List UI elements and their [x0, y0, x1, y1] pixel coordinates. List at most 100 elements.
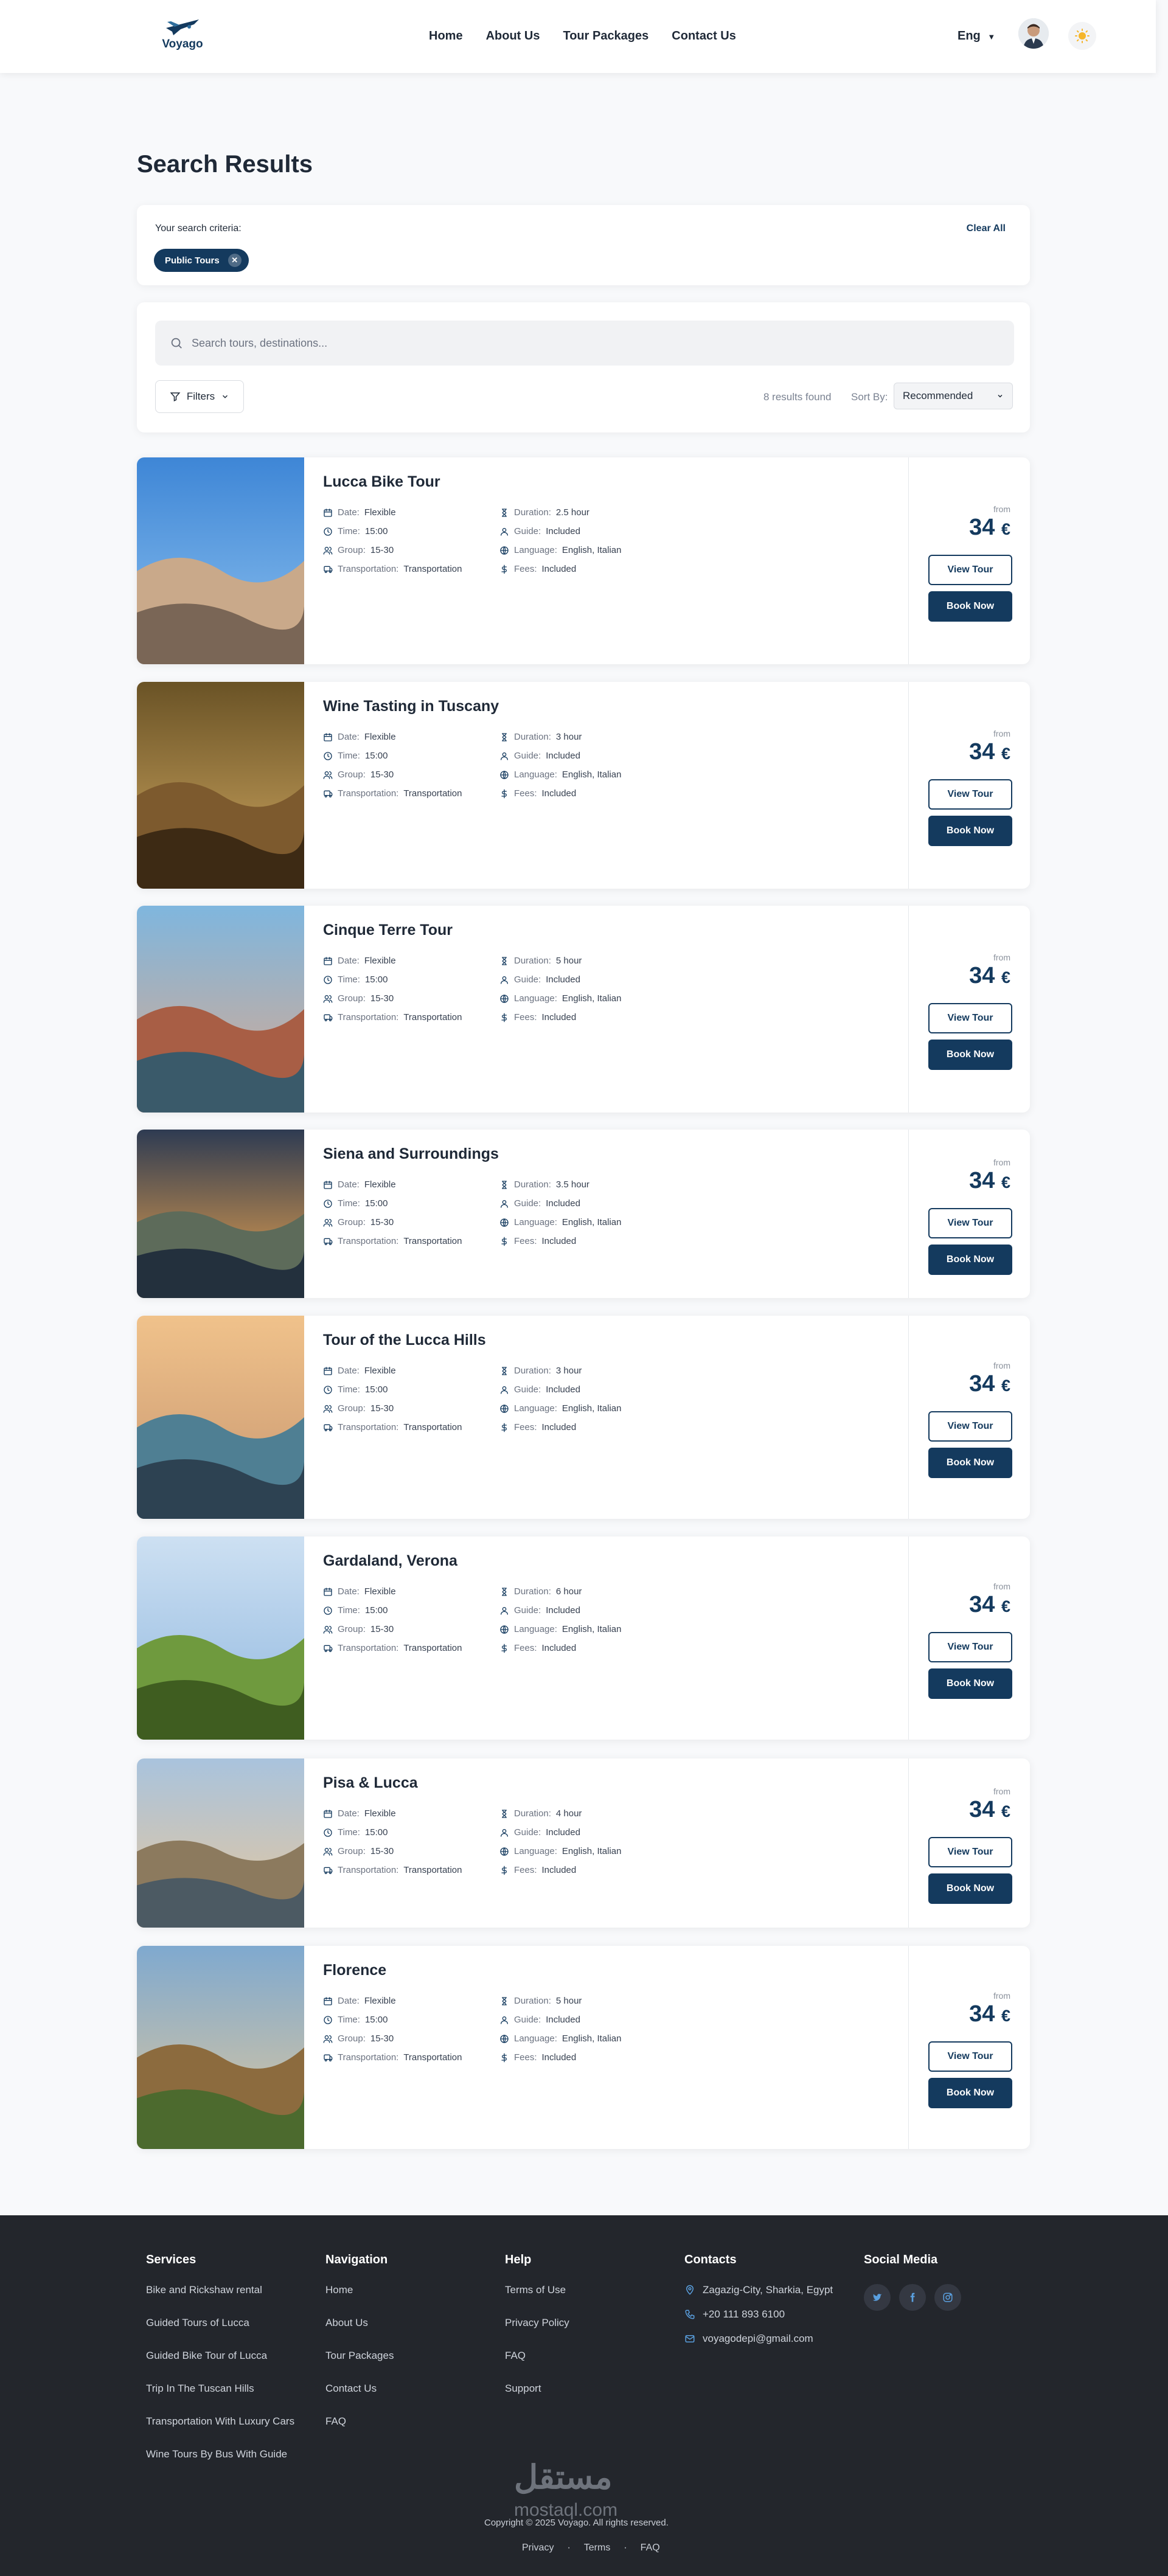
menu-contact-us[interactable]: Contact Us	[672, 29, 736, 43]
tour-title[interactable]: Gardaland, Verona	[323, 1552, 457, 1570]
tour-photo	[137, 906, 304, 1113]
currency-symbol: €	[1001, 1377, 1010, 1395]
tour-language-label: Language:	[514, 1624, 557, 1634]
tour-image[interactable]	[137, 906, 304, 1113]
tour-duration: Duration: 2.5 hour	[499, 507, 658, 518]
tour-image[interactable]	[137, 1316, 304, 1519]
footer-link[interactable]: Support	[505, 2383, 569, 2395]
tour-date-label: Date:	[338, 1366, 360, 1376]
view-tour-button[interactable]: View Tour	[928, 1207, 1012, 1238]
tour-card[interactable]: Siena and Surroundings Date: Flexible Dur…	[137, 1130, 1030, 1298]
user-icon	[501, 1828, 508, 1837]
user-avatar[interactable]	[1018, 18, 1049, 49]
view-tour-button[interactable]: View Tour	[928, 1632, 1012, 1662]
filters-button[interactable]: Filters	[155, 380, 244, 413]
tour-title[interactable]: Cinque Terre Tour	[323, 922, 453, 939]
tour-guide: Guide: Included	[499, 1827, 658, 1838]
tour-image[interactable]	[137, 682, 304, 889]
footer-link[interactable]: FAQ	[505, 2350, 569, 2362]
book-now-button[interactable]: Book Now	[928, 1448, 1012, 1478]
tour-title[interactable]: Siena and Surroundings	[323, 1145, 499, 1163]
tour-title[interactable]: Lucca Bike Tour	[323, 473, 440, 491]
footer-link[interactable]: Transportation With Luxury Cars	[146, 2415, 294, 2428]
view-tour-button[interactable]: View Tour	[928, 1411, 1012, 1442]
tour-card[interactable]: Gardaland, Verona Date: Flexible Duration…	[137, 1536, 1030, 1740]
footer-link[interactable]: Contact Us	[325, 2383, 394, 2395]
book-now-button[interactable]: Book Now	[928, 591, 1012, 622]
tour-card[interactable]: Pisa & Lucca Date: Flexible Duration: 4 ho…	[137, 1758, 1030, 1928]
tour-fees: Fees: Included	[499, 564, 658, 574]
footer-faq-link[interactable]: FAQ	[641, 2543, 660, 2553]
footer-link[interactable]: Bike and Rickshaw rental	[146, 2284, 294, 2296]
clear-all-link[interactable]: Clear All	[967, 223, 1006, 234]
view-tour-button[interactable]: View Tour	[928, 1003, 1012, 1033]
view-tour-button[interactable]: View Tour	[928, 555, 1012, 585]
footer-privacy-link[interactable]: Privacy	[522, 2543, 554, 2553]
dollar-icon	[501, 789, 507, 798]
footer-link[interactable]: Tour Packages	[325, 2350, 394, 2362]
tour-date: Date: Flexible	[323, 1179, 499, 1190]
footer-link[interactable]: About Us	[325, 2317, 394, 2329]
footer-link[interactable]: Home	[325, 2284, 394, 2296]
email-item[interactable]: voyagodepi@gmail.com	[684, 2333, 833, 2345]
menu-home[interactable]: Home	[429, 29, 463, 43]
tour-card[interactable]: Cinque Terre Tour Date: Flexible Duration…	[137, 906, 1030, 1113]
tour-date: Date: Flexible	[323, 1366, 499, 1376]
sort-select[interactable]: Recommended	[894, 383, 1013, 409]
tour-image[interactable]	[137, 1536, 304, 1740]
book-now-button[interactable]: Book Now	[928, 2078, 1012, 2108]
tour-image[interactable]	[137, 457, 304, 664]
twitter-icon[interactable]	[864, 2284, 891, 2311]
tour-title[interactable]: Florence	[323, 1962, 386, 1979]
chip-remove-icon[interactable]: ✕	[228, 254, 242, 267]
book-now-button[interactable]: Book Now	[928, 1244, 1012, 1275]
tour-date: Date: Flexible	[323, 1586, 499, 1597]
footer-link[interactable]: Trip In The Tuscan Hills	[146, 2383, 294, 2395]
book-now-button[interactable]: Book Now	[928, 816, 1012, 846]
tour-duration-value: 6 hour	[555, 1586, 582, 1597]
book-now-button[interactable]: Book Now	[928, 1873, 1012, 1904]
tour-card[interactable]: Tour of the Lucca Hills Date: Flexible Du…	[137, 1316, 1030, 1519]
tour-image[interactable]	[137, 1130, 304, 1298]
tour-date-label: Date:	[338, 956, 360, 966]
tour-time: Time: 15:00	[323, 1605, 499, 1616]
tour-group-label: Group:	[338, 1403, 366, 1414]
menu-about-us[interactable]: About Us	[486, 29, 540, 43]
view-tour-button[interactable]: View Tour	[928, 2041, 1012, 2072]
search-input[interactable]: Search tours, destinations...	[155, 321, 1014, 366]
footer-link[interactable]: Terms of Use	[505, 2284, 569, 2296]
instagram-icon[interactable]	[934, 2284, 961, 2311]
footer-link[interactable]: Privacy Policy	[505, 2317, 569, 2329]
tour-card[interactable]: Lucca Bike Tour Date: Flexible Duration: 2…	[137, 457, 1030, 664]
tour-image[interactable]	[137, 1758, 304, 1928]
filter-chip-public-tours[interactable]: Public Tours ✕	[154, 249, 249, 272]
footer-link[interactable]: FAQ	[325, 2415, 394, 2428]
view-tour-button[interactable]: View Tour	[928, 779, 1012, 810]
tour-fees-value: Included	[541, 1422, 577, 1432]
tour-image[interactable]	[137, 1946, 304, 2149]
footer-link[interactable]: Guided Bike Tour of Lucca	[146, 2350, 294, 2362]
logo[interactable]: Voyago	[157, 15, 208, 51]
phone-item[interactable]: +20 111 893 6100	[684, 2308, 833, 2321]
tour-title[interactable]: Wine Tasting in Tuscany	[323, 698, 499, 715]
footer-link[interactable]: Wine Tours By Bus With Guide	[146, 2448, 294, 2460]
tour-guide: Guide: Included	[499, 1384, 658, 1395]
book-now-button[interactable]: Book Now	[928, 1040, 1012, 1070]
tour-fees: Fees: Included	[499, 1865, 658, 1875]
tour-card[interactable]: Florence Date: Flexible Duration: 5 hour T…	[137, 1946, 1030, 2149]
theme-toggle[interactable]	[1068, 22, 1096, 50]
tour-title[interactable]: Tour of the Lucca Hills	[323, 1331, 486, 1349]
footer-terms-link[interactable]: Terms	[584, 2543, 611, 2553]
footer-link[interactable]: Guided Tours of Lucca	[146, 2317, 294, 2329]
tour-language-value: English, Italian	[561, 1846, 622, 1856]
menu-tour-packages[interactable]: Tour Packages	[563, 29, 648, 43]
view-tour-button[interactable]: View Tour	[928, 1837, 1012, 1867]
book-now-button[interactable]: Book Now	[928, 1668, 1012, 1699]
hourglass-icon	[502, 1587, 507, 1596]
tour-language: Language: English, Italian	[499, 1403, 658, 1414]
separator-dot: ·	[567, 2543, 571, 2553]
tour-card[interactable]: Wine Tasting in Tuscany Date: Flexible Du…	[137, 682, 1030, 889]
tour-title[interactable]: Pisa & Lucca	[323, 1774, 418, 1792]
language-selector[interactable]: Eng ▼	[958, 29, 995, 43]
facebook-icon[interactable]	[899, 2284, 926, 2311]
